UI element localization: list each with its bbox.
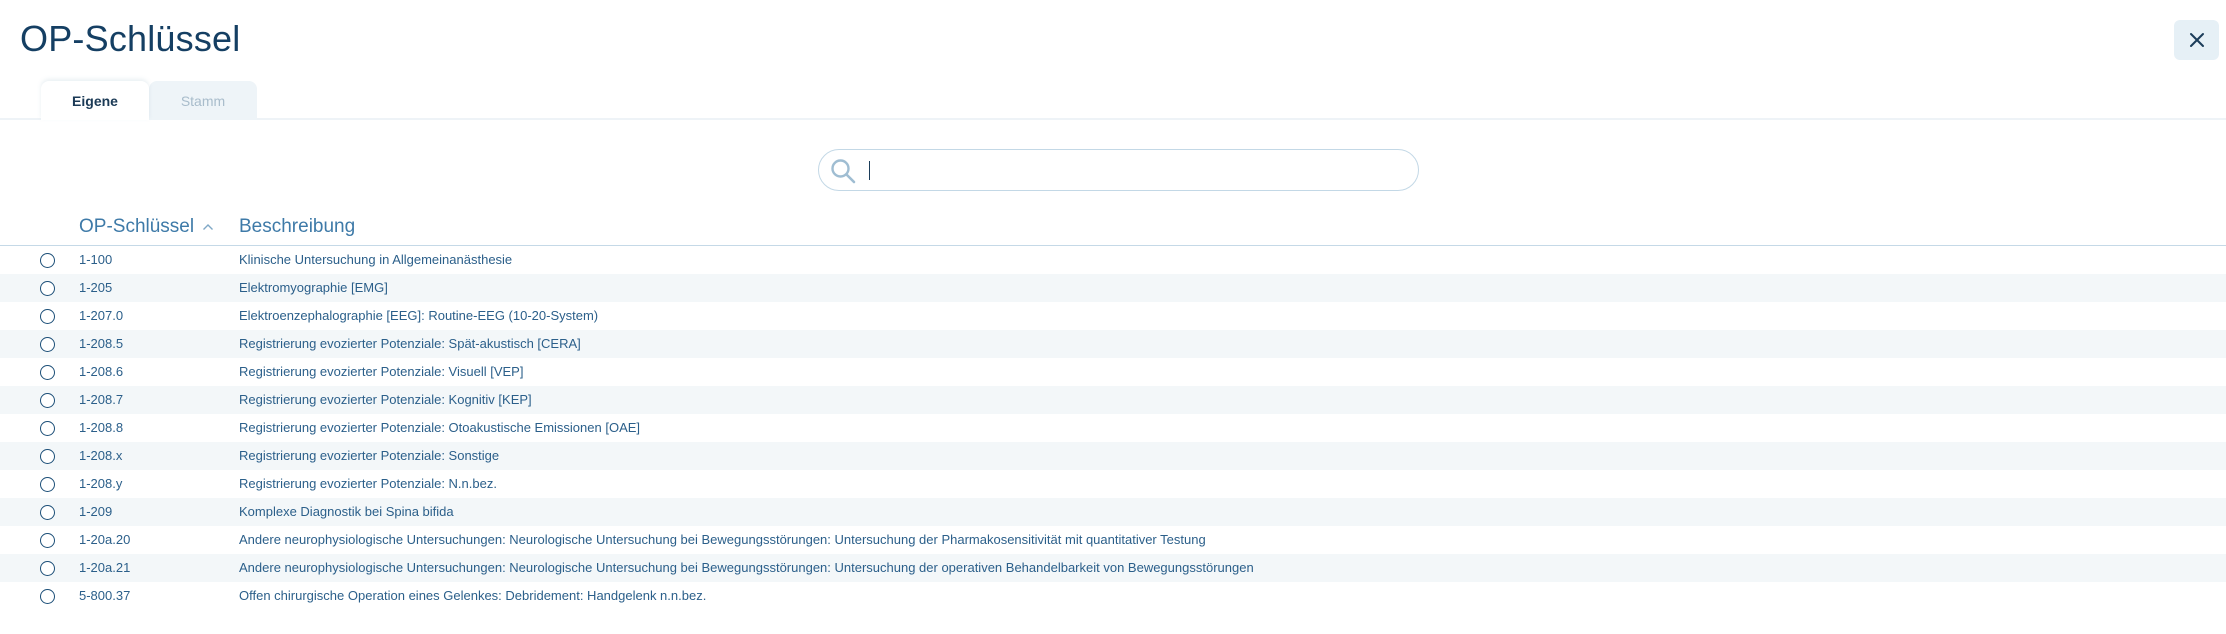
search-input[interactable] — [869, 156, 1399, 184]
cell-op-key: 1-209 — [79, 504, 113, 519]
close-icon — [2189, 33, 2204, 47]
cell-op-key: 5-800.37 — [79, 588, 131, 603]
cell-op-key: 1-208.6 — [79, 364, 124, 379]
table-header: OP-Schlüssel Beschreibung — [0, 216, 2226, 246]
row-radio-button[interactable] — [40, 449, 55, 464]
row-radio-button[interactable] — [40, 533, 55, 548]
cell-op-key: 1-205 — [79, 280, 113, 295]
page-title: OP-Schlüssel — [20, 18, 241, 59]
cell-description: Registrierung evozierter Potenziale: N.n… — [239, 476, 497, 491]
table-row[interactable]: 1-20a.20 Andere neurophysiologische Unter… — [0, 526, 2226, 554]
cell-description: Andere neurophysiologische Untersuchunge… — [239, 560, 1254, 575]
tab-eigene[interactable]: Eigene — [41, 81, 149, 120]
cell-op-key: 1-208.5 — [79, 336, 124, 351]
cell-op-key: 1-100 — [79, 252, 113, 267]
search-icon — [831, 159, 856, 184]
cell-description: Offen chirurgische Operation eines Gelen… — [239, 588, 707, 603]
column-header-op-key-label: OP-Schlüssel — [79, 216, 195, 237]
cell-op-key: 1-208.x — [79, 448, 123, 463]
row-radio-button[interactable] — [40, 561, 55, 576]
table-row[interactable]: 1-208.x Registrierung evozierter Potenzia… — [0, 442, 2226, 470]
table-row[interactable]: 1-208.8 Registrierung evozierter Potenzia… — [0, 414, 2226, 442]
cell-op-key: 1-207.0 — [79, 308, 124, 323]
row-radio-button[interactable] — [40, 253, 55, 268]
row-radio-button[interactable] — [40, 589, 55, 604]
cell-op-key: 1-20a.21 — [79, 560, 131, 575]
row-radio-button[interactable] — [40, 365, 55, 380]
row-radio-button[interactable] — [40, 477, 55, 492]
table-row[interactable]: 1-209 Komplexe Diagnostik bei Spina bifid… — [0, 498, 2226, 526]
sort-ascending-icon — [203, 224, 214, 230]
cell-op-key: 1-208.7 — [79, 392, 124, 407]
cell-description: Registrierung evozierter Potenziale: Kog… — [239, 392, 532, 407]
table-row[interactable]: 1-100 Klinische Untersuchung in Allgemein… — [0, 246, 2226, 274]
tab-bar: Eigene Stamm — [0, 78, 2226, 120]
cell-description: Registrierung evozierter Potenziale: Spä… — [239, 336, 581, 351]
cell-description: Elektroenzephalographie [EEG]: Routine-E… — [239, 308, 599, 323]
row-radio-button[interactable] — [40, 281, 55, 296]
row-radio-button[interactable] — [40, 309, 55, 324]
cell-description: Registrierung evozierter Potenziale: Oto… — [239, 420, 641, 435]
cell-description: Komplexe Diagnostik bei Spina bifida — [239, 504, 454, 519]
cell-op-key: 1-208.8 — [79, 420, 124, 435]
row-radio-button[interactable] — [40, 505, 55, 520]
row-radio-button[interactable] — [40, 421, 55, 436]
column-header-description[interactable]: Beschreibung — [239, 216, 355, 238]
table-row[interactable]: 1-208.7 Registrierung evozierter Potenzia… — [0, 386, 2226, 414]
table-row[interactable]: 1-208.5 Registrierung evozierter Potenzia… — [0, 330, 2226, 358]
cell-op-key: 1-20a.20 — [79, 532, 131, 547]
text-caret — [869, 161, 870, 180]
table-row[interactable]: 1-207.0 Elektroenzephalographie [EEG]: Ro… — [0, 302, 2226, 330]
table-row[interactable]: 1-208.6 Registrierung evozierter Potenzia… — [0, 358, 2226, 386]
op-key-dialog: OP-Schlüssel Eigene Stamm OP-Schlüssel B… — [0, 0, 2226, 634]
column-header-op-key[interactable]: OP-Schlüssel — [79, 216, 214, 238]
cell-description: Registrierung evozierter Potenziale: Vis… — [239, 364, 524, 379]
tab-stamm[interactable]: Stamm — [149, 81, 257, 120]
table-row[interactable]: 1-205 Elektromyographie [EMG] — [0, 274, 2226, 302]
search-box[interactable] — [818, 149, 1419, 191]
cell-description: Klinische Untersuchung in Allgemeinanäst… — [239, 252, 513, 267]
cell-description: Registrierung evozierter Potenziale: Son… — [239, 448, 500, 463]
table-row[interactable]: 1-208.y Registrierung evozierter Potenzia… — [0, 470, 2226, 498]
column-header-description-label: Beschreibung — [239, 216, 356, 237]
row-radio-button[interactable] — [40, 393, 55, 408]
close-button[interactable] — [2174, 20, 2219, 60]
cell-description: Andere neurophysiologische Untersuchunge… — [239, 532, 1206, 547]
cell-description: Elektromyographie [EMG] — [239, 280, 388, 295]
table-row[interactable]: 1-20a.21 Andere neurophysiologische Unter… — [0, 554, 2226, 582]
row-radio-button[interactable] — [40, 337, 55, 352]
table-body: 1-100 Klinische Untersuchung in Allgemein… — [0, 246, 2226, 610]
table-row[interactable]: 5-800.37 Offen chirurgische Operation ein… — [0, 582, 2226, 610]
cell-op-key: 1-208.y — [79, 476, 123, 491]
